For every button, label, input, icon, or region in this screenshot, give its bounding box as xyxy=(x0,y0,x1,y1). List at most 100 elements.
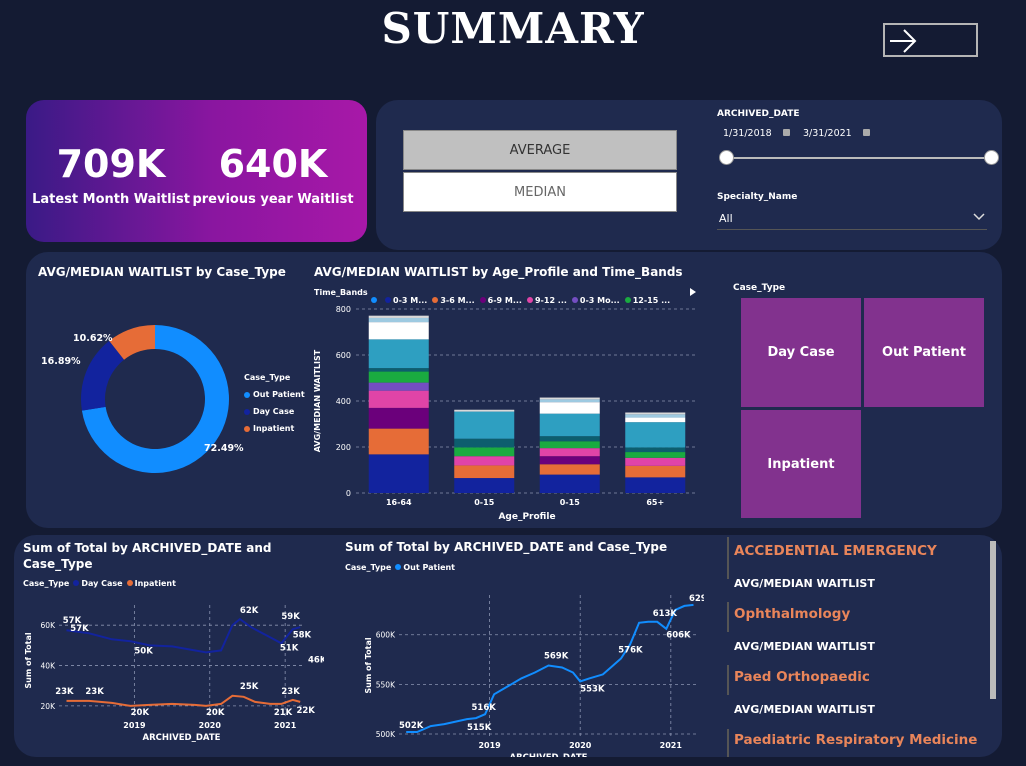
data-label: 606K xyxy=(666,631,691,641)
donut-legend-label: Out Patient xyxy=(253,390,305,399)
bar-segment xyxy=(368,339,429,369)
specialty-title: Paed Orthopaedic xyxy=(734,669,870,685)
calendar-icon[interactable] xyxy=(863,129,870,136)
line-chart-1-legend: Case_Type Day Case Inpatient xyxy=(23,579,180,588)
bar-segment xyxy=(368,454,429,493)
donut-legend-item: Inpatient xyxy=(244,420,305,437)
calendar-icon[interactable] xyxy=(783,129,790,136)
date-slider-end-handle[interactable] xyxy=(984,150,999,165)
y-tick-label: 20K xyxy=(41,702,57,711)
y-tick-label: 0 xyxy=(346,489,351,498)
specialty-subtitle: AVG/MEDIAN WAITLIST xyxy=(734,640,875,653)
specialty-title: Ophthalmology xyxy=(734,606,851,622)
donut-data-label: 72.49% xyxy=(204,443,244,454)
data-label: 46K xyxy=(308,656,324,666)
bar-segment xyxy=(454,456,515,466)
legend-dot-icon xyxy=(395,564,402,570)
bar-segment xyxy=(454,478,515,493)
specialty-title: Paediatric Respiratory Medicine xyxy=(734,732,978,748)
data-label: 25K xyxy=(240,682,259,692)
data-label: 22K xyxy=(296,706,315,716)
bar-segment xyxy=(539,399,600,403)
legend-dot-icon xyxy=(244,391,250,398)
bar-segment xyxy=(625,465,686,478)
bar-segment xyxy=(368,322,429,340)
bar-segment xyxy=(368,368,429,372)
bar-segment xyxy=(454,465,515,479)
bar-segment xyxy=(539,448,600,457)
line-chart-2-legend: Case_Type Out Patient xyxy=(345,563,459,572)
bar-segment xyxy=(625,447,686,453)
date-slicer-label: ARCHIVED_DATE xyxy=(717,109,800,119)
bar-segment xyxy=(539,402,600,414)
y-tick-label: 800 xyxy=(336,305,351,314)
y-tick-label: 40K xyxy=(41,662,57,671)
main-charts-panel: AVG/MEDIAN WAITLIST by Case_Type 72.49% 1… xyxy=(26,252,1002,528)
data-label: 23K xyxy=(85,687,104,697)
x-tick-label: 2021 xyxy=(274,721,297,730)
bar-segment xyxy=(539,474,600,493)
stacked-bar-chart: 0 200 400 600 800 AVG/MEDIAN WAITLIST Age_Prof… xyxy=(313,305,698,522)
legend-next-icon[interactable] xyxy=(690,288,696,296)
bar-segment xyxy=(368,315,429,318)
specialty-subtitle: AVG/MEDIAN WAITLIST xyxy=(734,577,875,590)
date-start[interactable]: 1/31/2018 xyxy=(723,128,772,139)
data-label: 57K xyxy=(70,624,89,634)
data-label: 20K xyxy=(206,708,225,718)
date-end[interactable]: 3/31/2021 xyxy=(803,128,852,139)
bar-segment xyxy=(368,407,429,429)
legend-label: Out Patient xyxy=(403,563,456,572)
latest-month-value: 709K xyxy=(56,142,166,186)
treemap-out-patient[interactable]: Out Patient xyxy=(863,297,985,408)
data-label: 58K xyxy=(293,630,312,640)
data-label: 502K xyxy=(399,721,424,731)
x-tick-label: 16-64 xyxy=(386,498,412,507)
previous-year-value: 640K xyxy=(218,142,328,186)
data-label: 51K xyxy=(280,643,299,653)
bar-segment xyxy=(368,382,429,391)
average-button[interactable]: AVERAGE xyxy=(403,130,677,170)
x-axis-title: Age_Profile xyxy=(498,512,555,522)
bar-segment xyxy=(368,371,429,383)
specialty-dropdown[interactable]: All xyxy=(717,206,987,230)
legend-dot-icon xyxy=(73,580,80,586)
data-label: 59K xyxy=(281,612,300,622)
y-axis-title: AVG/MEDIAN WAITLIST xyxy=(313,349,322,452)
bar-segment xyxy=(454,438,515,448)
median-button[interactable]: MEDIAN xyxy=(403,172,677,212)
bar-segment xyxy=(625,414,686,418)
bar-segment xyxy=(454,409,515,412)
specialty-slicer-label: Specialty_Name xyxy=(717,192,798,202)
x-tick-label: 2020 xyxy=(199,721,222,730)
controls-panel: AVERAGE MEDIAN ARCHIVED_DATE 1/31/2018 3… xyxy=(376,100,1002,250)
legend-label: Inpatient xyxy=(134,579,176,588)
line-chart-1: 20K 40K 60K 2019 2020 2021 ARCHIVED_DATE Sum of… xyxy=(24,605,324,743)
bar-segment xyxy=(454,411,515,439)
data-label: 516K xyxy=(471,703,496,713)
data-label: 23K xyxy=(55,687,74,697)
series-line-out-patient xyxy=(406,603,694,733)
treemap-inpatient[interactable]: Inpatient xyxy=(740,409,862,519)
donut-legend: Out Patient Day Case Inpatient xyxy=(244,386,305,437)
treemap-day-case[interactable]: Day Case xyxy=(740,297,862,408)
bar-segment xyxy=(368,317,429,323)
bar-segment xyxy=(539,456,600,465)
date-slider-start-handle[interactable] xyxy=(719,150,734,165)
next-page-button[interactable] xyxy=(883,23,978,57)
bar-segment xyxy=(625,417,686,423)
donut-data-label: 16.89% xyxy=(41,356,81,367)
specialty-list[interactable]: ACCEDENTIAL EMERGENCY AVG/MEDIAN WAITLIS… xyxy=(727,537,997,757)
previous-year-label: previous year Waitlist xyxy=(192,192,354,207)
bar-segment xyxy=(368,390,429,408)
page-title: SUMMARY xyxy=(381,4,645,53)
data-label: 569K xyxy=(544,652,569,662)
data-label: 576K xyxy=(618,646,643,656)
x-tick-label: 0-15 xyxy=(560,498,580,507)
data-label: 629K xyxy=(689,594,704,604)
legend-title: Case_Type xyxy=(345,563,392,572)
specialty-list-scrollbar[interactable] xyxy=(990,541,996,699)
y-tick-label: 200 xyxy=(336,443,351,452)
data-label: 62K xyxy=(240,606,259,616)
bar-segment xyxy=(368,428,429,455)
donut-data-label: 10.62% xyxy=(73,333,113,344)
